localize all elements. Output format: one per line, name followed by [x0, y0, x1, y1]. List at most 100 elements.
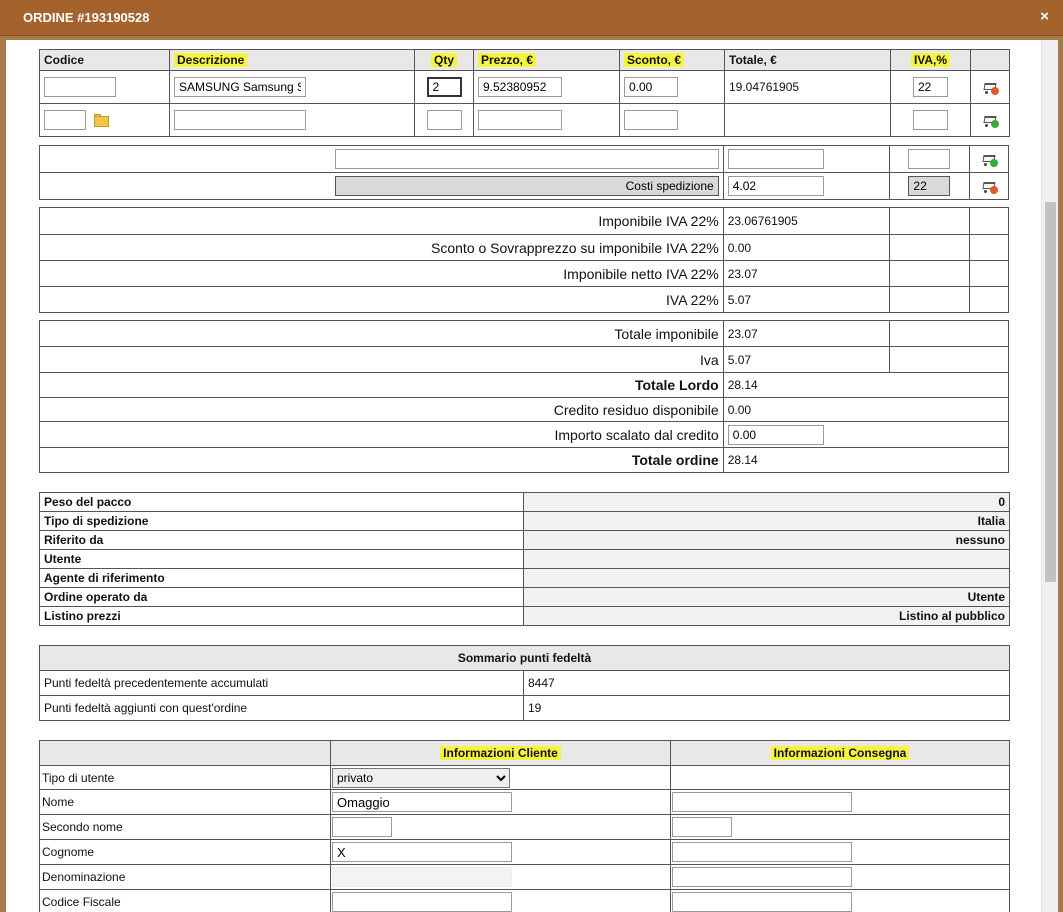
sconto-input[interactable]	[624, 110, 678, 130]
codice-fiscale-input[interactable]	[332, 892, 512, 912]
vertical-scrollbar[interactable]	[1041, 40, 1058, 912]
vat-summary-table: Imponibile IVA 22% 23.06761905 Sconto o S…	[39, 207, 1010, 313]
scalato-label: Importo scalato dal credito	[39, 421, 724, 448]
col-descrizione: Descrizione	[169, 49, 415, 71]
loyalty-added-label: Punti fedeltà aggiunti con quest'ordine	[39, 695, 524, 721]
col-codice: Codice	[39, 49, 170, 71]
shipping-totale-input[interactable]	[727, 176, 824, 196]
consegna-secondo-nome-input[interactable]	[672, 817, 732, 837]
netto-label: Imponibile netto IVA 22%	[39, 260, 724, 287]
credito-label: Credito residuo disponibile	[39, 397, 724, 422]
codice-input[interactable]	[44, 77, 116, 97]
riferito-value: nessuno	[523, 530, 1010, 550]
imponibile-label: Imponibile IVA 22%	[39, 207, 724, 235]
ordine-value: 28.14	[722, 447, 1010, 473]
sconto-value: 0.00	[722, 234, 890, 261]
codice-input[interactable]	[44, 110, 86, 130]
tot-imponibile-value: 23.07	[722, 320, 890, 347]
col-iva: IVA,%	[890, 49, 971, 71]
folder-open-icon[interactable]	[93, 113, 111, 129]
operato-label: Ordine operato da	[39, 587, 524, 607]
cart-add-icon[interactable]	[980, 151, 998, 167]
loyalty-prev-value: 8447	[522, 670, 1011, 696]
qty-input[interactable]	[426, 110, 462, 130]
item-row-new	[39, 103, 1010, 137]
col-qty: Qty	[414, 49, 474, 71]
consegna-cognome-input[interactable]	[672, 842, 852, 862]
secondo-nome-input[interactable]	[332, 817, 392, 837]
tipo-utente-select[interactable]: privato	[332, 767, 510, 788]
col-informazioni-cliente: Informazioni Cliente	[330, 740, 671, 766]
lordo-value: 28.14	[722, 372, 1010, 398]
cart-remove-icon[interactable]	[981, 79, 999, 95]
col-action	[970, 49, 1010, 71]
consegna-denominazione-input[interactable]	[672, 867, 852, 887]
tot-iva-value: 5.07	[722, 346, 890, 373]
loyalty-table: Sommario punti fedeltà Punti fedeltà pre…	[38, 645, 1011, 721]
peso-value: 0	[523, 492, 1010, 512]
listino-label: Listino prezzi	[39, 606, 524, 626]
sconto-label: Sconto o Sovrapprezzo su imponibile IVA …	[39, 234, 724, 261]
lordo-label: Totale Lordo	[39, 372, 724, 398]
nome-label: Nome	[39, 789, 331, 815]
shipping-label-field	[334, 176, 719, 196]
consegna-nome-input[interactable]	[672, 792, 852, 812]
prezzo-input[interactable]	[478, 110, 562, 130]
close-icon[interactable]: ×	[1040, 8, 1049, 25]
spedizione-value: Italia	[523, 511, 1010, 531]
tot-imponibile-label: Totale imponibile	[39, 320, 724, 347]
extra-description-input[interactable]	[334, 149, 719, 169]
scalato-input[interactable]	[727, 424, 824, 445]
descrizione-input[interactable]	[174, 77, 306, 97]
peso-label: Peso del pacco	[39, 492, 524, 512]
col-sconto: Sconto, €	[619, 49, 725, 71]
denominazione-input[interactable]	[332, 867, 512, 887]
agente-value	[523, 568, 1010, 588]
col-informazioni-consegna: Informazioni Consegna	[670, 740, 1010, 766]
extra-iva-input[interactable]	[908, 149, 951, 169]
iva-input[interactable]	[913, 77, 948, 97]
loyalty-prev-label: Punti fedeltà precedentemente accumulati	[39, 670, 524, 696]
order-info-table: Peso del pacco 0 Tipo di spedizione Italia…	[39, 492, 1010, 626]
secondo-nome-label: Secondo nome	[39, 814, 331, 840]
order-items-table: Codice Descrizione Qty Prezzo, € Sconto,…	[39, 49, 1010, 137]
extra-totale-input[interactable]	[727, 149, 824, 169]
cognome-label: Cognome	[39, 839, 331, 865]
netto-value: 23.07	[722, 260, 890, 287]
iva-value: 5.07	[722, 286, 890, 313]
iva-input[interactable]	[913, 110, 948, 130]
client-info-table: Informazioni Cliente Informazioni Conseg…	[39, 740, 1010, 912]
tot-iva-label: Iva	[39, 346, 724, 373]
ordine-label: Totale ordine	[39, 447, 724, 473]
codice-fiscale-label: Codice Fiscale	[39, 889, 331, 912]
credito-value: 0.00	[722, 397, 1010, 422]
dialog-body: Codice Descrizione Qty Prezzo, € Sconto,…	[6, 40, 1058, 912]
operato-value: Utente	[523, 587, 1010, 607]
nome-input[interactable]	[332, 792, 512, 812]
riferito-label: Riferito da	[39, 530, 524, 550]
col-prezzo: Prezzo, €	[473, 49, 620, 71]
qty-input[interactable]	[426, 77, 462, 97]
totale-value: 19.04761905	[724, 70, 891, 104]
cognome-input[interactable]	[332, 842, 512, 862]
cart-remove-icon[interactable]	[980, 178, 998, 194]
dialog-titlebar: ORDINE #193190528 ×	[0, 0, 1063, 36]
extra-costs-table	[39, 145, 1010, 200]
scrollbar-thumb[interactable]	[1045, 202, 1056, 582]
prezzo-input[interactable]	[478, 77, 562, 97]
utente-value	[523, 549, 1010, 569]
item-row: 19.04761905	[39, 70, 1010, 104]
dialog-title: ORDINE #193190528	[23, 10, 150, 25]
loyalty-title: Sommario punti fedeltà	[38, 645, 1011, 671]
descrizione-input[interactable]	[174, 110, 306, 130]
shipping-iva-field	[908, 176, 951, 196]
consegna-codice-fiscale-input[interactable]	[672, 892, 852, 912]
tipo-utente-label: Tipo di utente	[39, 765, 331, 790]
sconto-input[interactable]	[624, 77, 678, 97]
agente-label: Agente di riferimento	[39, 568, 524, 588]
utente-label: Utente	[39, 549, 524, 569]
cart-add-icon[interactable]	[981, 112, 999, 128]
denominazione-label: Denominazione	[39, 864, 331, 890]
totals-table: Totale imponibile 23.07 Iva 5.07 Totale Lo…	[39, 320, 1010, 473]
loyalty-added-value: 19	[522, 695, 1011, 721]
